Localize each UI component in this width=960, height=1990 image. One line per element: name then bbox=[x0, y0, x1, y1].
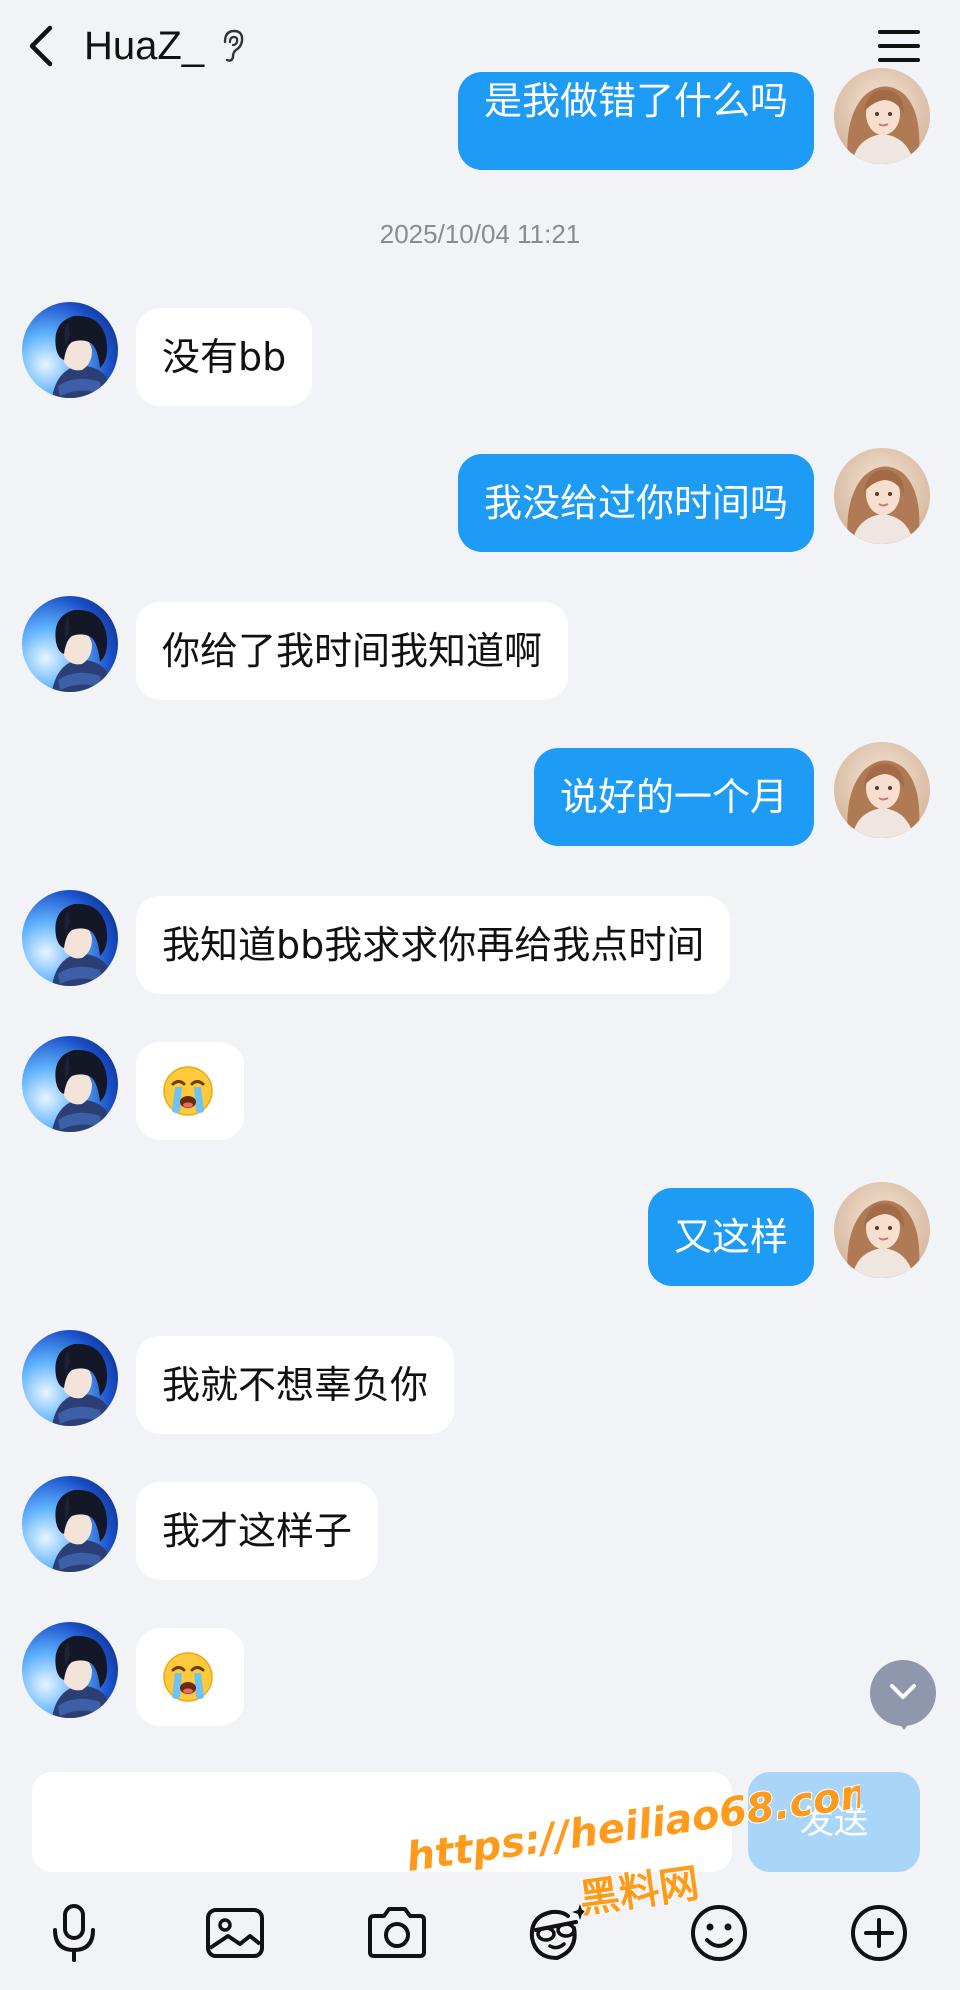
back-arrow-icon bbox=[29, 25, 53, 67]
contact-avatar[interactable] bbox=[22, 1036, 118, 1132]
menu-button[interactable] bbox=[876, 26, 922, 66]
chevron-down-icon bbox=[890, 1684, 916, 1699]
incoming-message[interactable]: 我才这样子 bbox=[136, 1482, 379, 1580]
incoming-emoji-message[interactable] bbox=[136, 1628, 244, 1726]
contact-avatar[interactable] bbox=[22, 1330, 118, 1426]
more-button[interactable] bbox=[844, 1898, 914, 1968]
menu-icon bbox=[878, 30, 920, 62]
outgoing-message[interactable]: 是我做错了什么吗 bbox=[457, 72, 814, 170]
send-button[interactable]: 发送 bbox=[748, 1772, 920, 1872]
contact-avatar[interactable] bbox=[22, 890, 118, 986]
contact-avatar[interactable] bbox=[22, 302, 118, 398]
contact-avatar[interactable] bbox=[22, 1622, 118, 1718]
my-avatar[interactable] bbox=[834, 448, 930, 544]
my-avatar[interactable] bbox=[834, 742, 930, 838]
plus-icon bbox=[851, 1905, 907, 1961]
loudly-crying-face-icon bbox=[162, 1065, 214, 1117]
contact-avatar[interactable] bbox=[22, 1476, 118, 1572]
outgoing-message[interactable]: 我没给过你时间吗 bbox=[457, 454, 814, 552]
sticker-icon bbox=[529, 1904, 588, 1961]
contact-avatar[interactable] bbox=[22, 596, 118, 692]
voice-button[interactable] bbox=[39, 1898, 109, 1968]
image-icon bbox=[206, 1908, 264, 1958]
emoji-button[interactable] bbox=[684, 1898, 754, 1968]
message-timestamp: 2025/10/04 11:21 bbox=[379, 219, 581, 249]
outgoing-message[interactable]: 又这样 bbox=[647, 1188, 814, 1286]
incoming-message[interactable]: 我就不想辜负你 bbox=[136, 1336, 455, 1434]
my-avatar[interactable] bbox=[834, 1182, 930, 1278]
scroll-button-pointer bbox=[897, 1720, 911, 1730]
sticker-button[interactable] bbox=[522, 1898, 592, 1968]
back-button[interactable] bbox=[22, 18, 62, 74]
camera-button[interactable] bbox=[362, 1898, 432, 1968]
my-avatar[interactable] bbox=[834, 68, 930, 164]
photo-album-button[interactable] bbox=[200, 1898, 270, 1968]
incoming-message[interactable]: 你给了我时间我知道啊 bbox=[136, 602, 569, 700]
scroll-to-bottom-button[interactable] bbox=[870, 1660, 936, 1730]
incoming-message[interactable]: 我知道bb我求求你再给我点时间 bbox=[136, 896, 731, 994]
incoming-emoji-message[interactable] bbox=[136, 1042, 244, 1140]
message-input[interactable] bbox=[32, 1772, 732, 1872]
loudly-crying-face-icon bbox=[162, 1651, 214, 1703]
ear-icon bbox=[220, 28, 246, 64]
contact-name[interactable]: HuaZ_ bbox=[84, 18, 204, 74]
camera-icon bbox=[368, 1907, 426, 1958]
incoming-message[interactable]: 没有bb bbox=[136, 308, 313, 406]
microphone-icon bbox=[53, 1904, 95, 1962]
outgoing-message[interactable]: 说好的一个月 bbox=[533, 748, 814, 846]
emoji-icon bbox=[691, 1905, 747, 1961]
